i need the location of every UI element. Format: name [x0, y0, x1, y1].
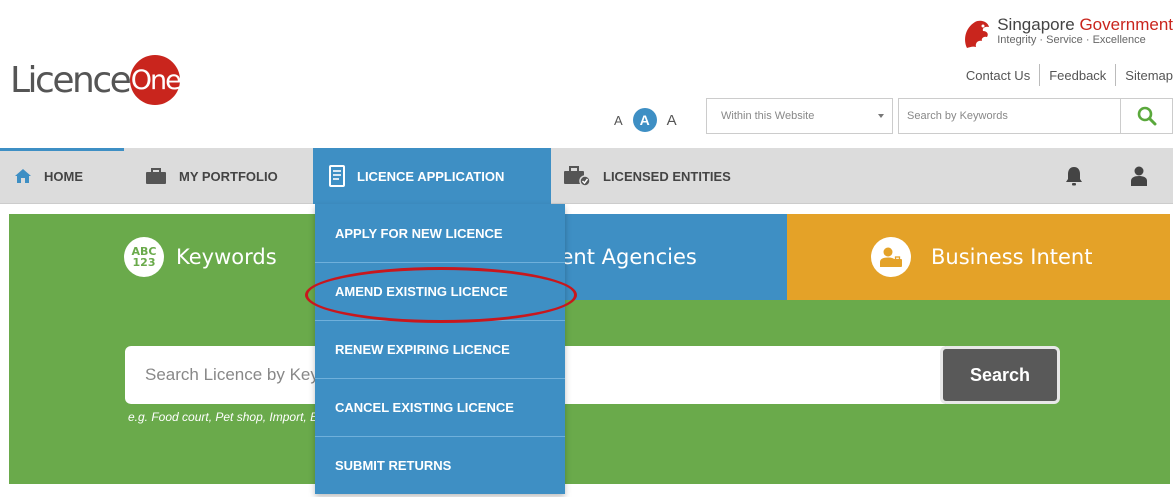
tab-keywords[interactable]: ABC 123 Keywords: [124, 214, 277, 300]
licenceone-logo[interactable]: Licence One: [10, 55, 182, 105]
menu-item-apply-new-licence[interactable]: APPLY FOR NEW LICENCE: [315, 204, 565, 262]
gov-tagline: Integrity · Service · Excellence: [997, 34, 1146, 46]
bell-icon: [1066, 167, 1082, 186]
nav-my-portfolio-label: MY PORTFOLIO: [179, 168, 278, 184]
tab-keywords-label: Keywords: [176, 245, 277, 269]
feedback-link[interactable]: Feedback: [1040, 68, 1115, 83]
keywords-badge-icon: ABC 123: [124, 237, 164, 277]
licensed-entities-icon: [564, 166, 591, 187]
sitemap-link[interactable]: Sitemap: [1116, 68, 1173, 83]
site-search-button[interactable]: [1120, 98, 1173, 134]
search-icon: [1137, 106, 1156, 126]
licence-application-dropdown: APPLY FOR NEW LICENCE AMEND EXISTING LIC…: [315, 204, 565, 494]
search-example-hint: e.g. Food court, Pet shop, Import, Expor…: [128, 410, 345, 424]
font-size-small-button[interactable]: A: [614, 113, 623, 128]
menu-item-cancel-existing-licence[interactable]: CANCEL EXISTING LICENCE: [315, 378, 565, 436]
document-icon: [329, 165, 345, 187]
search-scope-select[interactable]: Within this Website: [706, 98, 893, 134]
nav-licensed-entities-label: LICENSED ENTITIES: [603, 168, 731, 184]
nav-licence-application-label: LICENCE APPLICATION: [357, 168, 505, 184]
chevron-down-icon: [878, 114, 884, 118]
menu-item-submit-returns[interactable]: SUBMIT RETURNS: [315, 436, 565, 494]
site-search-placeholder: Search by Keywords: [907, 110, 1008, 122]
site-search-input[interactable]: Search by Keywords: [898, 98, 1120, 134]
singapore-government-brand: Singapore Government Integrity · Service…: [961, 16, 1173, 52]
nav-licensed-entities[interactable]: LICENSED ENTITIES: [563, 148, 731, 204]
lion-head-icon: [965, 20, 990, 48]
menu-item-renew-expiring-licence[interactable]: RENEW EXPIRING LICENCE: [315, 320, 565, 378]
tab-business-intent-content: Business Intent: [871, 214, 1092, 300]
notifications-button[interactable]: [1065, 148, 1083, 204]
gov-name: Singapore Government: [997, 15, 1173, 34]
nav-home[interactable]: HOME: [14, 148, 83, 204]
home-icon: [15, 169, 31, 183]
font-size-controls: A A A: [614, 108, 677, 132]
font-size-medium-button[interactable]: A: [632, 108, 657, 132]
nav-licence-application[interactable]: LICENCE APPLICATION: [313, 148, 551, 204]
user-icon: [1131, 166, 1147, 186]
search-button[interactable]: Search: [940, 346, 1060, 404]
briefcase-icon: [146, 167, 166, 184]
logo-highlight: One: [130, 55, 182, 105]
logo-text: Licence: [10, 59, 132, 101]
business-person-icon: [871, 237, 911, 277]
search-scope-value: Within this Website: [721, 110, 815, 122]
nav-home-label: HOME: [44, 168, 83, 184]
tab-business-intent-label: Business Intent: [931, 245, 1093, 269]
user-profile-button[interactable]: [1131, 148, 1147, 204]
font-size-large-button[interactable]: A: [667, 112, 677, 129]
menu-item-amend-existing-licence[interactable]: AMEND EXISTING LICENCE: [315, 262, 565, 320]
utility-links: Contact Us Feedback Sitemap: [957, 64, 1173, 86]
nav-my-portfolio[interactable]: MY PORTFOLIO: [145, 148, 278, 204]
contact-us-link[interactable]: Contact Us: [957, 68, 1039, 83]
